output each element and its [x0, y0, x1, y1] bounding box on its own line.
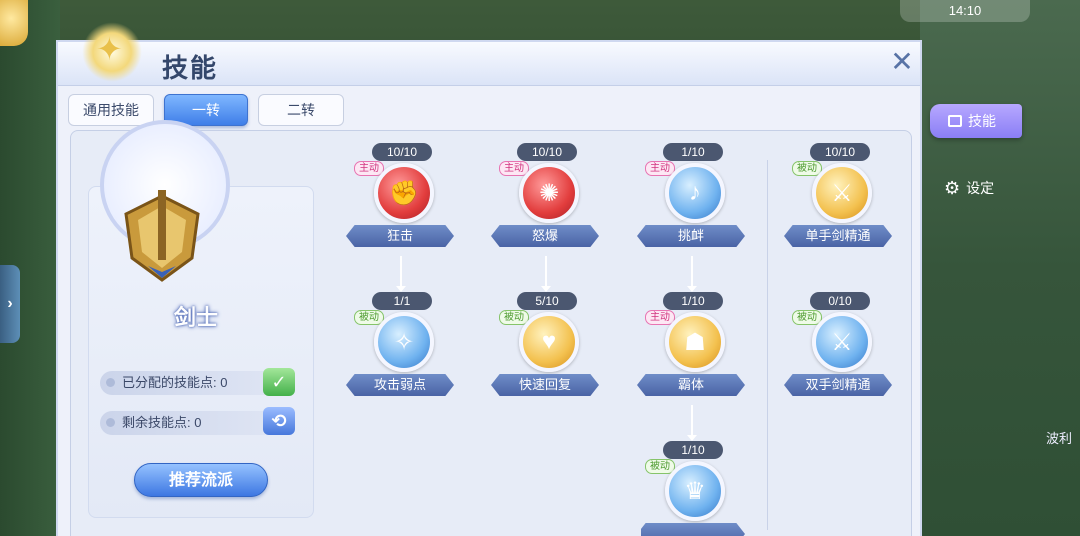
remaining-points-label: 剩余技能点: 0	[122, 415, 202, 430]
tab-second-job[interactable]: 二转	[258, 94, 344, 126]
skill-level: 5/10	[517, 292, 577, 310]
fist-icon: ✊	[374, 163, 434, 223]
skill-name	[641, 523, 745, 536]
connector-arrow	[396, 256, 406, 292]
skill-node[interactable]: 10/10 主动 ✺ 怒爆	[491, 143, 615, 263]
two-hand-sword-icon: ⚔	[812, 312, 872, 372]
connector-arrow	[687, 405, 697, 441]
coin-icon[interactable]	[0, 0, 28, 46]
connector-arrow	[541, 256, 551, 292]
provoke-icon: ♪	[665, 163, 725, 223]
expand-arrow-icon[interactable]: ›	[0, 265, 20, 343]
crown-icon: ♛	[665, 461, 725, 521]
skill-level: 10/10	[372, 143, 432, 161]
endure-icon: ☗	[665, 312, 725, 372]
skill-node[interactable]: 1/10 主动 ♪ 挑衅	[637, 143, 761, 263]
skill-book-icon	[948, 115, 962, 127]
gear-icon: ⚙	[944, 178, 961, 198]
skill-node[interactable]: 1/1 被动 ✧ 攻击弱点	[346, 292, 470, 412]
skill-level: 1/1	[372, 292, 432, 310]
skill-node[interactable]: 10/10 主动 ✊ 狂击	[346, 143, 470, 263]
skill-name: 单手剑精通	[784, 225, 892, 247]
skill-name: 狂击	[346, 225, 454, 247]
skill-name: 挑衅	[637, 225, 745, 247]
skill-node[interactable]: 1/10 主动 ☗ 霸体	[637, 292, 761, 412]
skill-node[interactable]: 0/10 被动 ⚔ 双手剑精通	[784, 292, 908, 412]
recommend-build-button[interactable]: 推荐流派	[134, 463, 268, 497]
skill-node[interactable]: 1/10 被动 ♛	[641, 441, 761, 536]
reset-button[interactable]: ⟲	[263, 407, 295, 435]
column-divider	[767, 160, 768, 530]
heart-icon: ♥	[519, 312, 579, 372]
tab-general[interactable]: 通用技能	[68, 94, 154, 126]
swordsman-crest-icon	[124, 190, 200, 282]
confirm-button[interactable]: ✓	[263, 368, 295, 396]
skill-level: 1/10	[663, 441, 723, 459]
class-name: 剑士	[174, 305, 219, 330]
skill-level: 1/10	[663, 292, 723, 310]
close-button[interactable]: ✕	[886, 48, 918, 78]
one-hand-sword-icon: ⚔	[812, 163, 872, 223]
allocated-points-row: 已分配的技能点: 0	[100, 371, 276, 395]
background-right	[920, 0, 1080, 536]
skill-name: 怒爆	[491, 225, 599, 247]
skill-level: 0/10	[810, 292, 870, 310]
weak-point-icon: ✧	[374, 312, 434, 372]
panel-header: 技能 ✕	[58, 22, 920, 86]
skill-node[interactable]: 5/10 被动 ♥ 快速回复	[491, 292, 615, 412]
remaining-points-row: 剩余技能点: 0	[100, 411, 276, 435]
skill-name: 双手剑精通	[784, 374, 892, 396]
sidebar-skill-button[interactable]: 技能	[930, 104, 1022, 138]
skill-name: 快速回复	[491, 374, 599, 396]
skill-name: 攻击弱点	[346, 374, 454, 396]
rage-icon: ✺	[519, 163, 579, 223]
skill-level: 10/10	[517, 143, 577, 161]
panel-title: 技能	[162, 53, 219, 83]
skill-level: 1/10	[663, 143, 723, 161]
sidebar-skill-label: 技能	[968, 113, 996, 129]
background-label: 波利	[1046, 431, 1073, 446]
clock: 14:10	[900, 0, 1030, 22]
skill-name: 霸体	[637, 374, 745, 396]
skill-level: 10/10	[810, 143, 870, 161]
connector-arrow	[687, 256, 697, 292]
allocated-points-label: 已分配的技能点: 0	[122, 375, 228, 390]
bullet-icon	[106, 418, 115, 427]
skill-node[interactable]: 10/10 被动 ⚔ 单手剑精通	[784, 143, 908, 263]
settings-button[interactable]: ⚙ 设定	[944, 178, 994, 198]
bullet-icon	[106, 378, 115, 387]
settings-label: 设定	[966, 180, 995, 196]
star-emblem-icon	[82, 22, 142, 82]
